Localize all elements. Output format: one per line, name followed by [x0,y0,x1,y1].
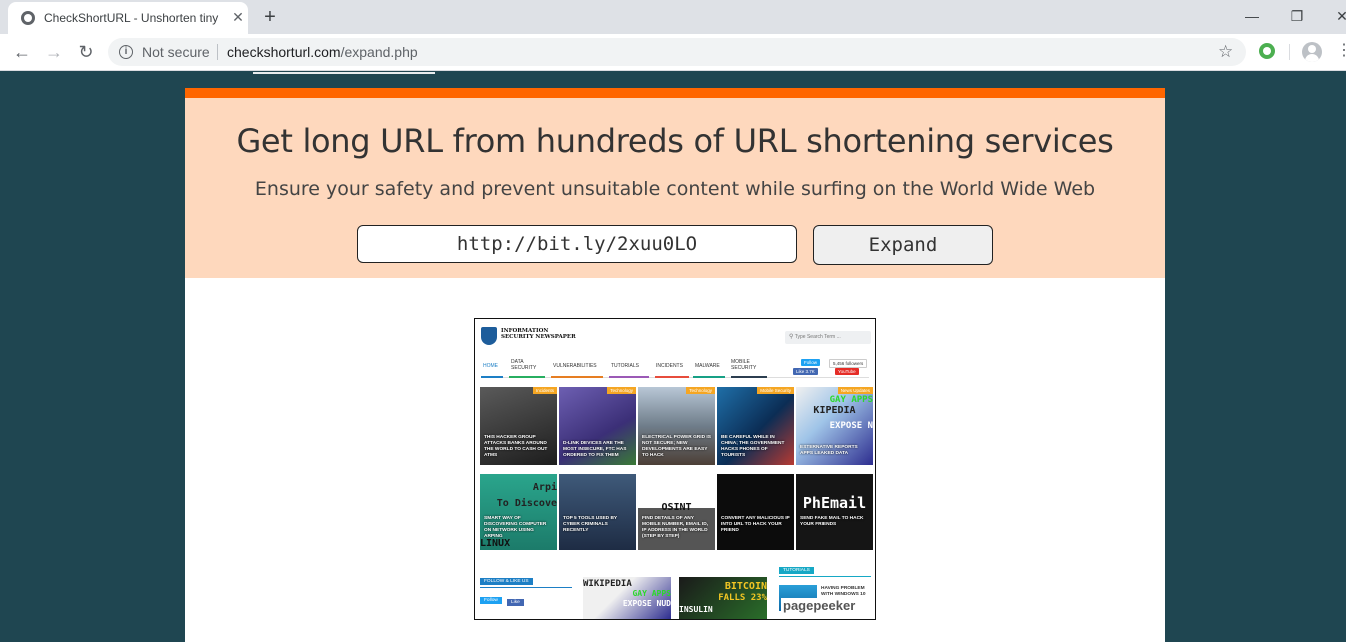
page-subtitle: Ensure your safety and prevent unsuitabl… [254,178,1096,200]
preview-tag: Technology [607,387,636,394]
omnibox-divider [217,44,218,60]
hero-section: Get long URL from hundreds of URL shorte… [185,98,1165,278]
url-path: /expand.php [340,44,418,60]
preview-art-text: EXPOSE N [829,421,873,431]
security-label[interactable]: Not secure [142,44,210,60]
preview-art-text: LINUX [480,538,511,549]
preview-nav: HOME DATA SECURITY VULNERABILITIES TUTOR… [481,359,791,373]
globe-icon [21,11,35,25]
preview-article-tile: Technology D-LINK DEVICES ARE THE MOST I… [559,387,636,465]
preview-nav-item: INCIDENTS [656,363,683,369]
expand-button[interactable]: Expand [813,225,993,265]
preview-like: Like 3.7K [793,368,818,375]
preview-followers: 5,456 followers [829,359,868,368]
preview-caption: D-LINK DEVICES ARE THE MOST INSECURE, FT… [563,441,627,458]
preview-follow-heading: FOLLOW & LIKE US [480,578,533,585]
preview-article-tile: Incidents THIS HACKER GROUP ATTACKS BANK… [480,387,557,465]
info-icon[interactable]: i [119,45,133,59]
preview-nav-item: MOBILE SECURITY [731,359,757,371]
preview-tag: Incidents [532,387,557,394]
kebab-menu-icon[interactable]: ⋮ [1336,43,1346,59]
back-arrow-icon[interactable]: ← [11,41,33,63]
preview-search: ⚲ Type Search Term ... [785,331,871,344]
preview-article-tile: PhEmail SEND FAKE MAIL TO HACK YOUR FRIE… [796,474,873,550]
extension-icon[interactable] [1259,43,1275,59]
avatar-icon[interactable] [1302,42,1322,62]
preview-caption: ELECTRICAL POWER GRID IS NOT SECURE; NEW… [642,435,711,458]
short-url-input[interactable] [357,225,797,263]
preview-follow: Follow [801,359,821,366]
preview-nav-item: HOME [483,363,498,369]
reload-icon[interactable]: ↻ [75,41,97,63]
tab-title: CheckShortURL - Unshorten tiny [44,11,219,25]
preview-follow-button: Follow [480,597,502,604]
preview-art-text: BITCOIN [724,581,767,592]
preview-brand: INFORMATION SECURITY NEWSPAPER [501,328,576,340]
browser-tab[interactable]: CheckShortURL - Unshorten tiny ✕ [8,2,248,34]
preview-art-text: EXPOSE NUD [622,599,671,608]
preview-caption: ESTERNATIVE REPORTS APPS LEAKED DATA [800,445,858,456]
star-icon[interactable]: ☆ [1218,42,1233,62]
preview-article-tile: BITCOIN FALLS 23% INSULIN [679,577,767,619]
preview-art-text: OSINT [661,502,692,513]
preview-caption: FIND DETAILS OF ANY MOBILE NUMBER, EMAIL… [642,516,709,539]
new-tab-button[interactable]: + [259,6,281,28]
preview-tutorials-label: TUTORIALS [779,567,814,574]
preview-tag: Technology [686,387,715,394]
preview-nav-item: DATA SECURITY [511,359,537,371]
preview-article-tile: Mobile Security BE CAREFUL WHILE IN CHIN… [717,387,794,465]
forward-arrow-icon[interactable]: → [43,41,65,63]
destination-preview[interactable]: INFORMATION SECURITY NEWSPAPER ⚲ Type Se… [474,318,876,620]
preview-art-text: To Discove [496,498,557,509]
url-text[interactable]: checkshorturl.com/expand.php [227,44,418,60]
preview-art-text: GAY APPS [632,589,671,598]
page-title: Get long URL from hundreds of URL shorte… [236,122,1114,160]
preview-article-tile: News Updates KIPEDIA GAY APPS EXPOSE N E… [796,387,873,465]
preview-nav-item: TUTORIALS [611,363,639,369]
preview-article-tile: Arpi To Discove SMART WAY OF DISCOVERING… [480,474,557,550]
preview-nav-item: VULNERABILITIES [553,363,597,369]
nav-underline [253,72,435,74]
url-host: checkshorturl.com [227,44,341,60]
preview-art-text: WIKIPEDIA [583,579,632,589]
preview-nav-item: MALWARE [695,363,720,369]
close-window-button[interactable]: ✕ [1330,4,1346,28]
preview-divider [779,576,871,577]
preview-article-tile: WIKIPEDIA GAY APPS EXPOSE NUD [583,577,671,619]
toolbar-divider [1289,44,1290,60]
preview-like-button: Like [507,599,524,606]
preview-tag: Mobile Security [757,387,794,394]
preview-art-text: KIPEDIA [813,405,856,416]
preview-caption: SMART WAY OF DISCOVERING COMPUTER ON NET… [484,516,547,539]
preview-caption: BE CAREFUL WHILE IN CHINA; THE GOVERNMEN… [721,435,785,458]
preview-caption: TOP 5 TOOLS USED BY CYBER CRIMINALS RECE… [563,516,618,533]
address-bar[interactable]: i Not secure checkshorturl.com/expand.ph… [108,38,1246,66]
preview-caption: CONVERT ANY MALICIOUS IP INTO URL TO HAC… [721,516,790,533]
minimize-button[interactable]: — [1240,4,1264,28]
preview-art-text: Arpi [532,482,557,493]
tab-close-icon[interactable]: ✕ [230,9,246,25]
preview-divider [480,587,572,588]
preview-art-text: GAY APPS [829,395,873,405]
preview-article-tile: CONVERT ANY MALICIOUS IP INTO URL TO HAC… [717,474,794,550]
tab-strip: CheckShortURL - Unshorten tiny ✕ + — ❐ ✕ [0,0,1346,34]
pagepeeker-watermark: pagepeeker [781,598,858,613]
preview-article-tile: TOP 5 TOOLS USED BY CYBER CRIMINALS RECE… [559,474,636,550]
preview-social: Follow 5,456 followers Like 3.7K YouTube [793,359,871,379]
accent-bar [185,88,1165,98]
preview-caption: SEND FAKE MAIL TO HACK YOUR FRIENDS [800,516,864,527]
preview-search-placeholder: Type Search Term ... [794,334,841,340]
preview-art-text: FALLS 23% [718,593,767,603]
shield-logo-icon [481,327,497,345]
preview-article-tile: OSINT FIND DETAILS OF ANY MOBILE NUMBER,… [638,474,715,550]
preview-art-text: INSULIN [679,605,713,614]
preview-caption: THIS HACKER GROUP ATTACKS BANKS AROUND T… [484,435,548,458]
preview-article-tile: Technology ELECTRICAL POWER GRID IS NOT … [638,387,715,465]
preview-art-text: PhEmail [802,494,867,512]
preview-tutorial-caption: HAVING PROBLEM WITH WINDOWS 10 [821,586,866,597]
preview-youtube: YouTube [835,368,859,375]
browser-toolbar: ← → ↻ i Not secure checkshorturl.com/exp… [0,34,1346,71]
preview-tag: News Updates [837,387,873,394]
restore-button[interactable]: ❐ [1285,4,1309,28]
